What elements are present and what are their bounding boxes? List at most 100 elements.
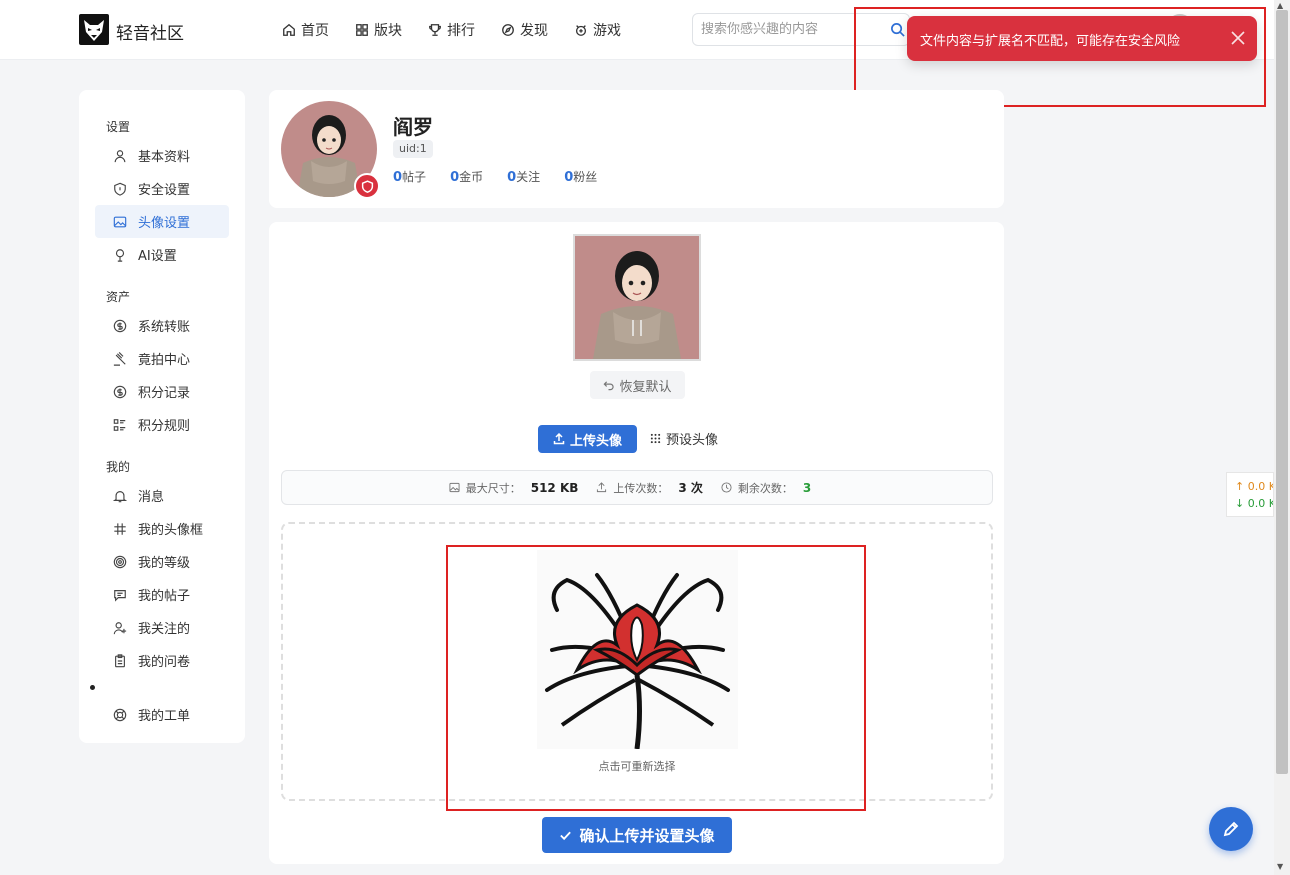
- reselect-hint: 点击可重新选择: [598, 760, 676, 773]
- image-icon: [113, 216, 127, 227]
- confirm-upload-label: 确认上传并设置头像: [579, 826, 715, 845]
- error-toast: 文件内容与扩展名不匹配，可能存在安全风险: [907, 16, 1257, 61]
- stat-following[interactable]: 0关注: [507, 168, 540, 185]
- toast-message: 文件内容与扩展名不匹配，可能存在安全风险: [920, 34, 1181, 49]
- upload-avatar-label: 上传头像: [569, 433, 622, 449]
- brand-logo-icon[interactable]: [79, 14, 109, 45]
- main-nav: 首页 版块 排行 发现 游戏: [282, 20, 647, 40]
- nav-games[interactable]: 游戏: [574, 20, 621, 40]
- stat-value: 0: [507, 170, 517, 185]
- list-icon: [113, 418, 126, 431]
- search-input[interactable]: [701, 14, 881, 45]
- search-box: [692, 13, 910, 46]
- profile-stats: 0帖子 0金币 0关注 0粉丝: [393, 168, 621, 185]
- nav-boards[interactable]: 版块: [355, 20, 402, 40]
- sidebar-item-profile[interactable]: 基本资料: [95, 139, 229, 172]
- stat-label: 帖子: [402, 170, 427, 184]
- sidebar-item-auction[interactable]: 竟拍中心: [95, 342, 229, 375]
- confirm-upload-button[interactable]: 确认上传并设置头像: [542, 817, 732, 853]
- admin-badge: [354, 173, 380, 199]
- sidebar-item-label: 积分规则: [138, 419, 191, 434]
- sidebar-item-points-rules[interactable]: 积分规则: [95, 408, 229, 441]
- sidebar-item-label: 竟拍中心: [138, 353, 191, 368]
- clipboard-icon: [115, 653, 125, 667]
- sidebar-item-ai[interactable]: AI设置: [95, 238, 229, 271]
- section-title-mine: 我的: [106, 460, 131, 474]
- trophy-icon: [429, 24, 441, 36]
- nav-home-label: 首页: [301, 23, 329, 39]
- stat-coins[interactable]: 0金币: [450, 168, 483, 185]
- sidebar-item-transfer[interactable]: 系统转账: [95, 309, 229, 342]
- nav-ranking[interactable]: 排行: [428, 20, 475, 40]
- image-icon: [449, 482, 460, 493]
- stat-label: 关注: [516, 170, 541, 184]
- sidebar-item-label: 我的帖子: [138, 589, 191, 604]
- nav-home[interactable]: 首页: [282, 20, 329, 40]
- sidebar-item-security[interactable]: 安全设置: [95, 172, 229, 205]
- upload-icon: [597, 482, 607, 493]
- stat-posts[interactable]: 0帖子: [393, 168, 426, 185]
- sidebar-item-label: 我的工单: [138, 709, 191, 724]
- sidebar-item-posts[interactable]: 我的帖子: [95, 578, 229, 611]
- sidebar-item-label: 我关注的: [138, 622, 191, 637]
- upload-count-value: 3 次: [678, 481, 703, 495]
- sidebar-item-label: 积分记录: [138, 386, 191, 401]
- nav-ranking-label: 排行: [447, 23, 475, 39]
- shield-icon: [114, 182, 126, 196]
- sidebar-item-label: 安全设置: [138, 183, 191, 198]
- nav-discover-label: 发现: [520, 23, 548, 39]
- preset-avatar-button[interactable]: 预设头像: [650, 429, 718, 448]
- sidebar-item-avatar[interactable]: 头像设置: [95, 205, 229, 238]
- sidebar-item-label: AI设置: [138, 249, 177, 264]
- bullet-dot: [90, 685, 95, 690]
- current-avatar-image: [573, 234, 701, 361]
- hash-icon: [114, 522, 126, 535]
- gavel-icon: [113, 351, 126, 366]
- user-plus-icon: [113, 621, 127, 634]
- search-icon[interactable]: [890, 22, 905, 37]
- stat-fans[interactable]: 0粉丝: [564, 168, 597, 185]
- floating-edit-button[interactable]: [1209, 807, 1253, 851]
- nav-games-label: 游戏: [593, 23, 621, 39]
- upload-limits-bar: 最大尺寸： 512 KB 上传次数： 3 次 剩余次数： 3: [281, 470, 993, 505]
- lifebuoy-icon: [113, 708, 127, 721]
- dollar-icon: [113, 319, 127, 332]
- selected-image-preview[interactable]: [537, 550, 738, 750]
- sidebar-item-points-log[interactable]: 积分记录: [95, 375, 229, 408]
- pencil-icon: [1223, 821, 1239, 837]
- sidebar-item-label: 基本资料: [138, 150, 191, 165]
- upload-avatar-button[interactable]: 上传头像: [538, 425, 637, 453]
- nav-discover[interactable]: 发现: [501, 20, 548, 40]
- home-icon: [283, 23, 295, 36]
- dollar-icon: [113, 385, 127, 398]
- upload-icon: [553, 433, 565, 445]
- scroll-up-arrow-icon[interactable]: ▲: [1277, 1, 1283, 10]
- max-size-label: 最大尺寸：: [465, 481, 521, 495]
- sidebar-item-messages[interactable]: 消息: [95, 479, 229, 512]
- remaining-value: 3: [802, 480, 812, 495]
- target-icon: [113, 555, 127, 568]
- profile-card: 阎罗 uid:1 0帖子 0金币 0关注 0粉丝: [269, 90, 1004, 208]
- dots-grid-icon: [650, 433, 661, 444]
- sidebar-item-avatar-frames[interactable]: 我的头像框: [95, 512, 229, 545]
- sidebar-item-level[interactable]: 我的等级: [95, 545, 229, 578]
- sidebar-item-tickets[interactable]: 我的工单: [95, 698, 229, 731]
- check-icon: [560, 831, 572, 840]
- sidebar-item-surveys[interactable]: 我的问卷: [95, 644, 229, 677]
- user-icon: [114, 149, 126, 162]
- page-scrollbar[interactable]: ▲ ▼: [1274, 0, 1290, 875]
- close-icon[interactable]: [1229, 29, 1247, 47]
- avatar-dropzone[interactable]: 点击可重新选择: [281, 522, 993, 801]
- restore-default-button[interactable]: 恢复默认: [590, 371, 685, 399]
- robot-icon: [115, 248, 125, 262]
- compass-icon: [502, 24, 514, 36]
- upload-count-label: 上传次数：: [613, 481, 669, 495]
- sidebar-item-following[interactable]: 我关注的: [95, 611, 229, 644]
- clock-icon: [721, 482, 732, 493]
- scrollbar-thumb[interactable]: [1276, 10, 1288, 774]
- brand-name[interactable]: 轻音社区: [116, 19, 184, 44]
- max-size-value: 512 KB: [530, 480, 579, 495]
- scroll-down-arrow-icon[interactable]: ▼: [1277, 862, 1283, 871]
- section-title-assets: 资产: [106, 290, 131, 304]
- remaining-label: 剩余次数：: [737, 481, 793, 495]
